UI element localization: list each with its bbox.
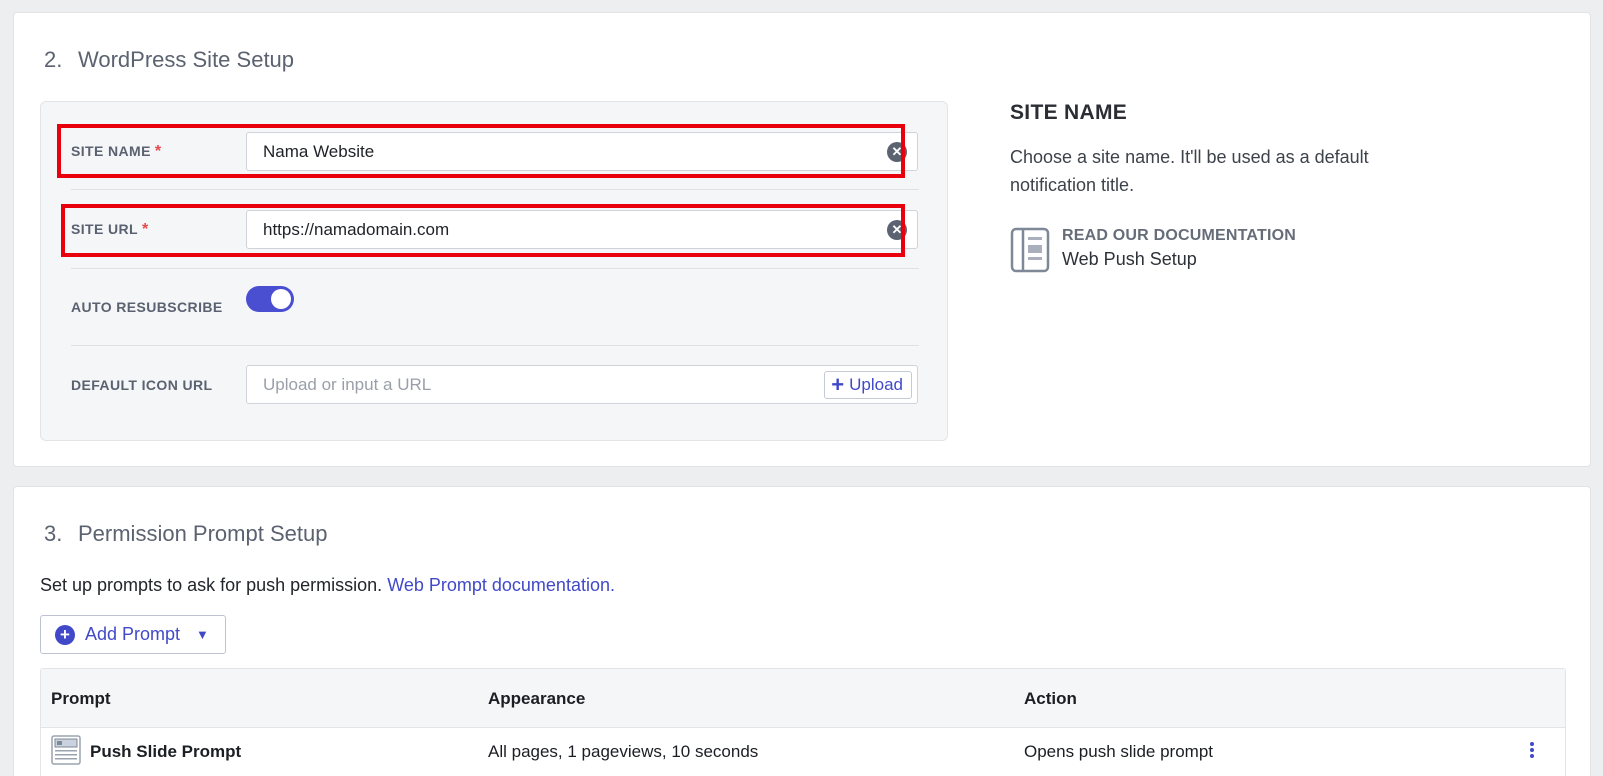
permission-prompt-title: 3. Permission Prompt Setup — [44, 521, 327, 547]
site-name-label: SITE NAME * — [71, 143, 161, 161]
divider — [71, 268, 919, 269]
row-menu-icon[interactable] — [1527, 740, 1537, 760]
site-url-row: SITE URL * https://namadomain.com ✕ — [71, 210, 919, 249]
site-name-input[interactable]: Nama Website ✕ — [246, 132, 918, 171]
permission-intro-text: Set up prompts to ask for push permissio… — [40, 575, 383, 595]
add-prompt-button[interactable]: + Add Prompt ▼ — [40, 615, 226, 654]
document-icon — [1010, 227, 1050, 273]
upload-button[interactable]: + Upload — [824, 371, 912, 399]
site-setup-title: 2. WordPress Site Setup — [44, 47, 294, 73]
site-url-value: https://namadomain.com — [263, 220, 450, 239]
table-header: Prompt Appearance Action — [41, 669, 1565, 728]
site-url-input[interactable]: https://namadomain.com ✕ — [246, 210, 918, 249]
default-icon-url-label: DEFAULT ICON URL — [71, 377, 213, 393]
divider — [71, 345, 919, 346]
doc-name: Web Push Setup — [1062, 249, 1197, 269]
site-url-label: SITE URL * — [71, 221, 149, 239]
site-name-help: SITE NAME Choose a site name. It'll be u… — [1010, 101, 1430, 273]
clear-site-url-icon[interactable]: ✕ — [887, 220, 907, 240]
auto-resubscribe-row: AUTO RESUBSCRIBE — [71, 286, 919, 316]
documentation-text: READ OUR DOCUMENTATION Web Push Setup — [1062, 227, 1296, 273]
permission-prompt-card: 3. Permission Prompt Setup Set up prompts… — [13, 486, 1591, 776]
site-name-row: SITE NAME * Nama Website ✕ — [71, 132, 919, 171]
auto-resubscribe-toggle[interactable] — [246, 286, 294, 312]
row-appearance: All pages, 1 pageviews, 10 seconds — [488, 742, 759, 761]
site-name-label-text: SITE NAME — [71, 143, 151, 159]
add-prompt-label: Add Prompt — [85, 624, 181, 644]
header-action: Action — [1024, 689, 1077, 708]
documentation-link[interactable]: READ OUR DOCUMENTATION Web Push Setup — [1010, 227, 1296, 273]
row-action: Opens push slide prompt — [1024, 742, 1213, 761]
site-url-label-text: SITE URL — [71, 221, 138, 237]
slide-prompt-icon — [51, 735, 81, 765]
caret-down-icon: ▼ — [196, 627, 209, 642]
default-icon-url-row: DEFAULT ICON URL Upload or input a URL +… — [71, 365, 919, 404]
default-icon-url-placeholder: Upload or input a URL — [263, 375, 432, 394]
site-setup-number: 2. — [44, 47, 63, 72]
help-title: SITE NAME — [1010, 101, 1128, 124]
auto-resubscribe-label: AUTO RESUBSCRIBE — [71, 299, 223, 315]
permission-prompt-title-text: Permission Prompt Setup — [78, 521, 328, 546]
plus-circle-icon: + — [55, 624, 75, 645]
web-prompt-documentation-link[interactable]: Web Prompt documentation. — [387, 575, 615, 595]
permission-intro: Set up prompts to ask for push permissio… — [40, 575, 615, 596]
doc-kicker: READ OUR DOCUMENTATION — [1062, 227, 1297, 244]
site-setup-form: SITE NAME * Nama Website ✕ SITE URL * http… — [40, 101, 948, 441]
default-icon-url-input[interactable]: Upload or input a URL + Upload — [246, 365, 918, 404]
help-text: Choose a site name. It'll be used as a d… — [1010, 147, 1369, 195]
toggle-knob — [271, 289, 291, 309]
plus-icon: + — [831, 372, 845, 397]
upload-label: Upload — [849, 375, 903, 394]
site-setup-card: 2. WordPress Site Setup SITE NAME * Nama W… — [13, 12, 1591, 467]
divider — [71, 189, 919, 190]
required-mark: * — [141, 221, 149, 238]
site-setup-title-text: WordPress Site Setup — [78, 47, 295, 72]
prompts-table: Prompt Appearance Action Push Slide Prom… — [40, 668, 1566, 776]
table-row[interactable]: Push Slide Prompt All pages, 1 pageviews… — [41, 728, 1565, 776]
required-mark: * — [154, 143, 162, 160]
clear-site-name-icon[interactable]: ✕ — [887, 142, 907, 162]
header-prompt: Prompt — [51, 689, 111, 708]
row-prompt-name: Push Slide Prompt — [90, 742, 242, 761]
site-name-value: Nama Website — [263, 142, 375, 161]
permission-prompt-number: 3. — [44, 521, 63, 546]
header-appearance: Appearance — [488, 689, 586, 708]
